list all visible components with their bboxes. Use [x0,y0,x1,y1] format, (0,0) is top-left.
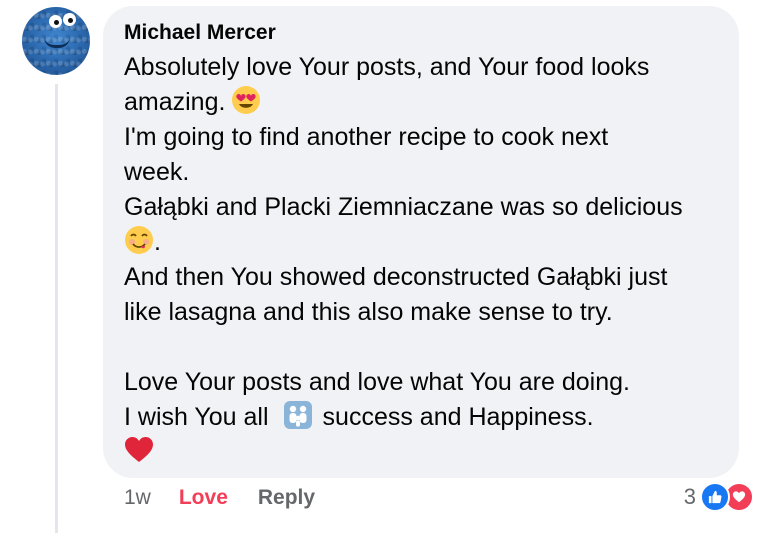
like-icon [700,482,730,512]
reply-button[interactable]: Reply [258,486,315,510]
avatar-eye-left [49,15,62,28]
comment-line: amazing. [124,85,734,120]
avatar[interactable] [22,7,90,75]
comment-line: week. [124,158,190,186]
heart-eyes-emoji [231,85,261,125]
reaction-summary[interactable]: 3 [684,482,754,512]
red-heart-emoji [124,435,154,475]
thread-line [55,84,58,533]
comment-line: Gałąbki and Placki Ziemniaczane was so d… [124,193,683,221]
love-button[interactable]: Love [179,486,228,510]
comment-line: . [124,225,734,260]
comment-line: And then You showed deconstructed Gałąbk… [124,263,668,291]
yum-emoji [124,225,154,265]
comment-line: Love Your posts and love what You are do… [124,368,630,396]
avatar-eye-right [63,13,76,26]
reaction-count: 3 [683,484,696,509]
comment-line [124,435,734,470]
comment-line: I'm going to find another recipe to cook… [124,123,609,151]
comment-thread: Michael Mercer Absolutely love Your post… [0,0,768,533]
comment-line: Absolutely love Your posts, and Your foo… [124,53,650,81]
comment-timestamp[interactable]: 1w [124,486,151,510]
comment-paragraph-gap [124,330,734,365]
comment-body: Absolutely love Your posts, and Your foo… [124,50,734,470]
comment-line: I wish You all success and Happiness. [124,400,734,435]
comment-actions: 1w Love Reply [124,486,315,510]
comment-line: like lasagna and this also make sense to… [124,298,613,326]
family-emoji [283,400,313,440]
comment-author[interactable]: Michael Mercer [124,21,276,45]
